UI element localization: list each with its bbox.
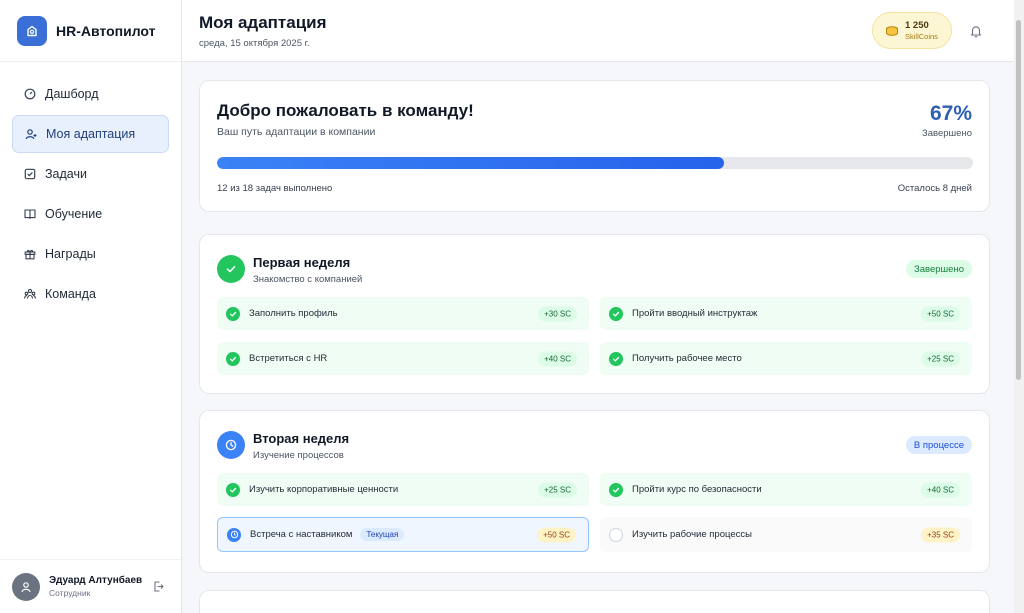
sidebar-item-label: Обучение <box>45 207 103 221</box>
clock-icon <box>217 431 245 459</box>
week-subtitle: Знакомство с компанией <box>253 274 363 285</box>
task-points: +40 SC <box>921 482 960 497</box>
top-header: Моя адаптация среда, 15 октября 2025 г. … <box>182 0 1014 62</box>
days-left: Осталось 8 дней <box>897 183 972 194</box>
task-points: +40 SC <box>538 351 577 366</box>
sidebar-item-tasks[interactable]: Задачи <box>12 155 169 193</box>
dashboard-icon <box>24 88 36 100</box>
sidebar-item-team[interactable]: Команда <box>12 275 169 313</box>
check-icon <box>609 482 623 497</box>
check-icon <box>226 482 240 497</box>
task-item[interactable]: Изучить корпоративные ценности +25 SC <box>217 473 589 506</box>
task-label: Встреча с наставником <box>250 529 353 540</box>
task-points: +25 SC <box>921 351 960 366</box>
progress-percent: 67% <box>929 102 972 125</box>
coins-text: 1 250 SkillCoins <box>905 20 938 41</box>
task-points: +50 SC <box>537 527 576 542</box>
progress-bar-fill <box>217 157 724 169</box>
sidebar-item-label: Дашборд <box>45 87 99 101</box>
sidebar-nav: Дашборд Моя адаптация Задачи Обучение На… <box>0 62 181 313</box>
status-badge: Завершено <box>906 260 972 278</box>
task-item[interactable]: Изучить рабочие процессы +35 SC <box>600 517 972 552</box>
welcome-card: Добро пожаловать в команду! Ваш путь ада… <box>199 80 990 212</box>
user-name: Эдуард Алтунбаев <box>49 575 143 586</box>
task-label: Получить рабочее место <box>632 353 742 364</box>
check-icon <box>609 351 623 366</box>
task-points: +50 SC <box>921 306 960 321</box>
bell-icon[interactable] <box>969 24 983 38</box>
week-card-1: Первая неделя Знакомство с компанией Зав… <box>199 234 990 394</box>
sidebar-item-my-adaptation[interactable]: Моя адаптация <box>12 115 169 153</box>
task-label: Изучить корпоративные ценности <box>249 484 399 495</box>
check-icon <box>609 306 623 321</box>
task-item[interactable]: Пройти курс по безопасности +40 SC <box>600 473 972 506</box>
sidebar-item-label: Команда <box>45 287 96 301</box>
week-card-2: Вторая неделя Изучение процессов В проце… <box>199 410 990 573</box>
task-label: Пройти курс по безопасности <box>632 484 762 495</box>
check-icon <box>226 351 240 366</box>
clock-icon <box>227 527 241 542</box>
check-circle-icon <box>217 255 245 283</box>
skillcoins-balance[interactable]: 1 250 SkillCoins <box>872 12 952 49</box>
week-title: Вторая неделя <box>253 431 350 446</box>
user-profile[interactable]: Эдуард Алтунбаев Сотрудник <box>0 559 181 613</box>
status-badge: В процессе <box>905 436 972 454</box>
brand: HR-Автопилот <box>0 0 181 62</box>
user-plus-icon <box>25 128 37 140</box>
gift-icon <box>24 248 36 260</box>
coins-label: SkillCoins <box>905 32 938 41</box>
user-role: Сотрудник <box>49 588 91 598</box>
sidebar-item-rewards[interactable]: Награды <box>12 235 169 273</box>
task-points: +25 SC <box>538 482 577 497</box>
progress-bar <box>217 157 973 169</box>
task-item[interactable]: Заполнить профиль +30 SC <box>217 297 589 330</box>
task-points: +30 SC <box>538 306 577 321</box>
sidebar-item-dashboard[interactable]: Дашборд <box>12 75 169 113</box>
welcome-subtitle: Ваш путь адаптации в компании <box>217 126 376 138</box>
task-label: Пройти вводный инструктаж <box>632 308 758 319</box>
app-name: HR-Автопилот <box>56 22 156 39</box>
sidebar-item-label: Награды <box>45 247 96 261</box>
sidebar-item-label: Моя адаптация <box>46 127 136 141</box>
task-label: Заполнить профиль <box>249 308 338 319</box>
app-logo-icon <box>17 15 47 46</box>
task-points: +35 SC <box>921 527 960 542</box>
week-subtitle: Изучение процессов <box>253 450 344 461</box>
book-icon <box>24 208 36 220</box>
empty-circle-icon <box>609 527 623 542</box>
sidebar-item-learning[interactable]: Обучение <box>12 195 169 233</box>
task-item[interactable]: Получить рабочее место +25 SC <box>600 342 972 375</box>
checkbox-icon <box>24 168 36 180</box>
page-date: среда, 15 октября 2025 г. <box>199 38 310 49</box>
check-icon <box>226 306 240 321</box>
task-item[interactable]: Пройти вводный инструктаж +50 SC <box>600 297 972 330</box>
avatar <box>12 572 40 601</box>
progress-percent-label: Завершено <box>922 128 972 139</box>
team-icon <box>24 288 36 300</box>
scrollbar-thumb[interactable] <box>1016 20 1021 380</box>
coins-icon <box>886 25 898 36</box>
task-label: Встретиться с HR <box>249 353 328 364</box>
scrollbar[interactable] <box>1014 0 1024 613</box>
current-tag: Текущая <box>360 528 405 541</box>
task-item[interactable]: Встретиться с HR +40 SC <box>217 342 589 375</box>
week-card-3 <box>199 590 990 613</box>
welcome-title: Добро пожаловать в команду! <box>217 101 474 120</box>
user-info: Эдуард Алтунбаев Сотрудник <box>49 575 151 598</box>
coins-value: 1 250 <box>905 20 929 31</box>
task-item-current[interactable]: Встреча с наставником Текущая +50 SC <box>217 517 589 552</box>
logout-icon[interactable] <box>151 581 165 592</box>
sidebar: HR-Автопилот Дашборд Моя адаптация Задач… <box>0 0 182 613</box>
tasks-count: 12 из 18 задач выполнено <box>217 183 333 194</box>
week-title: Первая неделя <box>253 255 351 270</box>
task-label: Изучить рабочие процессы <box>632 529 752 540</box>
sidebar-item-label: Задачи <box>45 167 87 181</box>
page-title: Моя адаптация <box>199 13 327 32</box>
